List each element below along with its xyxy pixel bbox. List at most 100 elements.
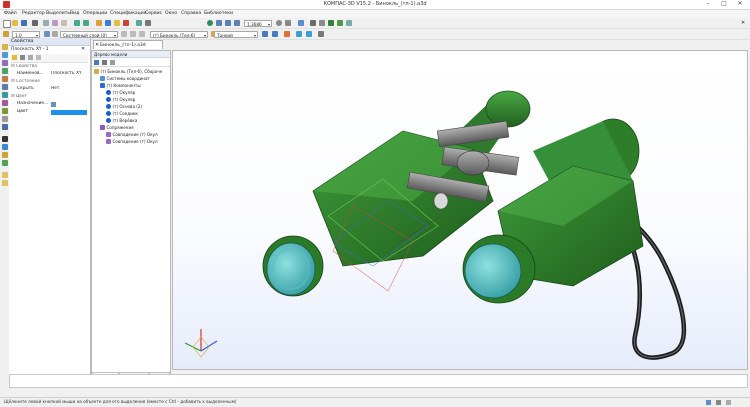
layer-state-icon[interactable] [52,31,58,37]
copy-icon[interactable] [52,20,58,26]
auxiliary-geometry-icon[interactable] [1,92,8,98]
save-icon[interactable] [21,20,27,26]
tree-item[interactable]: Сопряжения [94,124,170,131]
menu-view[interactable]: Вид [70,10,79,18]
menu-editor[interactable]: Редактор [22,10,45,18]
tree-item[interactable]: (т) Окуляр [94,89,170,96]
help-icon[interactable] [145,20,151,26]
manager-icon[interactable] [96,20,102,26]
selected-tool-icon[interactable] [1,172,8,178]
layer-icon[interactable] [44,31,50,37]
color-swatch[interactable] [51,110,87,115]
line-tool-icon[interactable] [1,136,8,142]
copy-props-icon[interactable] [28,55,33,60]
measure-tool-icon[interactable] [1,124,8,130]
properties-icon[interactable] [123,20,129,26]
dimension-tool-icon[interactable] [1,144,8,150]
status-snap-icon[interactable] [716,400,721,405]
prop-row-color[interactable]: Цвет [9,109,90,116]
undo-icon[interactable] [74,20,80,26]
annotation-tool-icon[interactable] [1,152,8,158]
menu-operations[interactable]: Операции [83,10,107,18]
hinge-pin[interactable] [433,192,449,210]
expand-icon[interactable] [36,55,41,60]
select-icon[interactable] [272,31,278,37]
measure-icon[interactable] [296,31,302,37]
tree-item[interactable]: Совпадение (т) Окул [94,131,170,138]
left-objective-lens[interactable] [266,242,316,296]
menu-specification[interactable]: Спецификация [110,10,147,18]
local-cs-icon[interactable] [130,31,136,37]
binocular-model[interactable] [173,51,748,370]
zoom-in-icon[interactable] [225,20,231,26]
menu-select[interactable]: Выделить [46,10,70,18]
maximize-button[interactable]: □ [716,0,732,9]
prop-row-name[interactable]: Наименов... Плоскость XY [9,71,90,78]
perspective-icon[interactable] [346,20,352,26]
extrude-icon[interactable] [1,68,8,74]
edit-assembly-icon[interactable] [1,44,8,50]
rotate-icon[interactable] [276,20,282,26]
redo-icon[interactable] [83,20,89,26]
tree-item[interactable]: Системы координат [94,75,170,82]
filter-icon[interactable] [262,31,268,37]
tree-mode-icon[interactable] [94,59,99,65]
tab-close-icon[interactable]: ✕ [95,41,99,50]
tree-item[interactable]: (т) Верёвка [94,117,170,124]
report-tool-icon[interactable] [1,180,8,186]
line-style-combo[interactable]: Тонкий ▾ [214,30,258,38]
tree-toggle-icon[interactable] [136,20,142,26]
assign-color-icon[interactable] [51,102,56,107]
right-objective-lens[interactable] [464,243,522,299]
snap-icon[interactable] [284,31,290,37]
variables-icon[interactable] [114,20,120,26]
zoom-combo[interactable]: 1.3686 ▾ [244,19,272,27]
component-combo[interactable]: (т) Бинокль (Тел-6) ▾ [150,30,208,38]
orientation-icon[interactable] [298,20,304,26]
surfaces-icon[interactable] [1,108,8,114]
tree-item[interactable]: (т) Бинокль (Тел-6), Сборочн [94,68,170,75]
pin-icon[interactable] [12,55,17,60]
wireframe-icon[interactable] [310,20,316,26]
section-properties[interactable]: ⊟ Свойства [9,64,92,71]
new-document-icon[interactable] [3,20,11,28]
open-icon[interactable] [12,20,18,26]
prop-row-assignment[interactable]: Назначение... [9,101,90,108]
menu-libraries[interactable]: Библиотеки [204,10,233,18]
array-icon[interactable] [1,84,8,90]
zoom-out-icon[interactable] [234,20,240,26]
section-color[interactable]: ⊟ Цвет [9,94,92,101]
grid-icon[interactable] [121,31,127,37]
prop-row-hide[interactable]: Скрыть Нет [9,86,90,93]
shaded-edges-icon[interactable] [337,20,343,26]
tree-sort-icon[interactable] [110,59,115,65]
orthogonal-icon[interactable] [139,31,145,37]
print-icon[interactable] [32,20,38,26]
menu-help[interactable]: Справка [181,10,201,18]
add-component-icon[interactable] [1,52,8,58]
scale-combo[interactable]: 1.0 ▾ [12,30,40,38]
diagnostics-icon[interactable] [1,116,8,122]
panel-close-icon[interactable]: ✕ [81,46,85,52]
cut-tool-icon[interactable] [1,76,8,82]
tree-item[interactable]: (т) Основа (2) [94,103,170,110]
current-state-icon[interactable] [3,31,9,37]
menu-service[interactable]: Сервис [145,10,162,18]
section-icon[interactable] [318,31,324,37]
tree-item[interactable]: Совпадение (т) Окул [94,138,170,145]
minimize-button[interactable]: – [700,0,716,9]
menu-window[interactable]: Окно [165,10,177,18]
library-icon[interactable] [105,20,111,26]
status-grid-icon[interactable] [706,400,711,405]
spatial-curves-icon[interactable] [1,100,8,106]
zoom-window-icon[interactable] [216,20,222,26]
tree-item[interactable]: (т) Окуляр [94,96,170,103]
section-state[interactable]: ⊟ Состояние [9,79,92,86]
tree-filter-icon[interactable] [102,59,107,65]
tree-item[interactable]: (т) Соединк [94,110,170,117]
spec-tool-icon[interactable] [1,160,8,166]
shaded-icon[interactable] [328,20,334,26]
status-ortho-icon[interactable] [726,400,731,405]
pan-icon[interactable] [285,20,291,26]
rear-eyepiece[interactable] [485,90,531,128]
